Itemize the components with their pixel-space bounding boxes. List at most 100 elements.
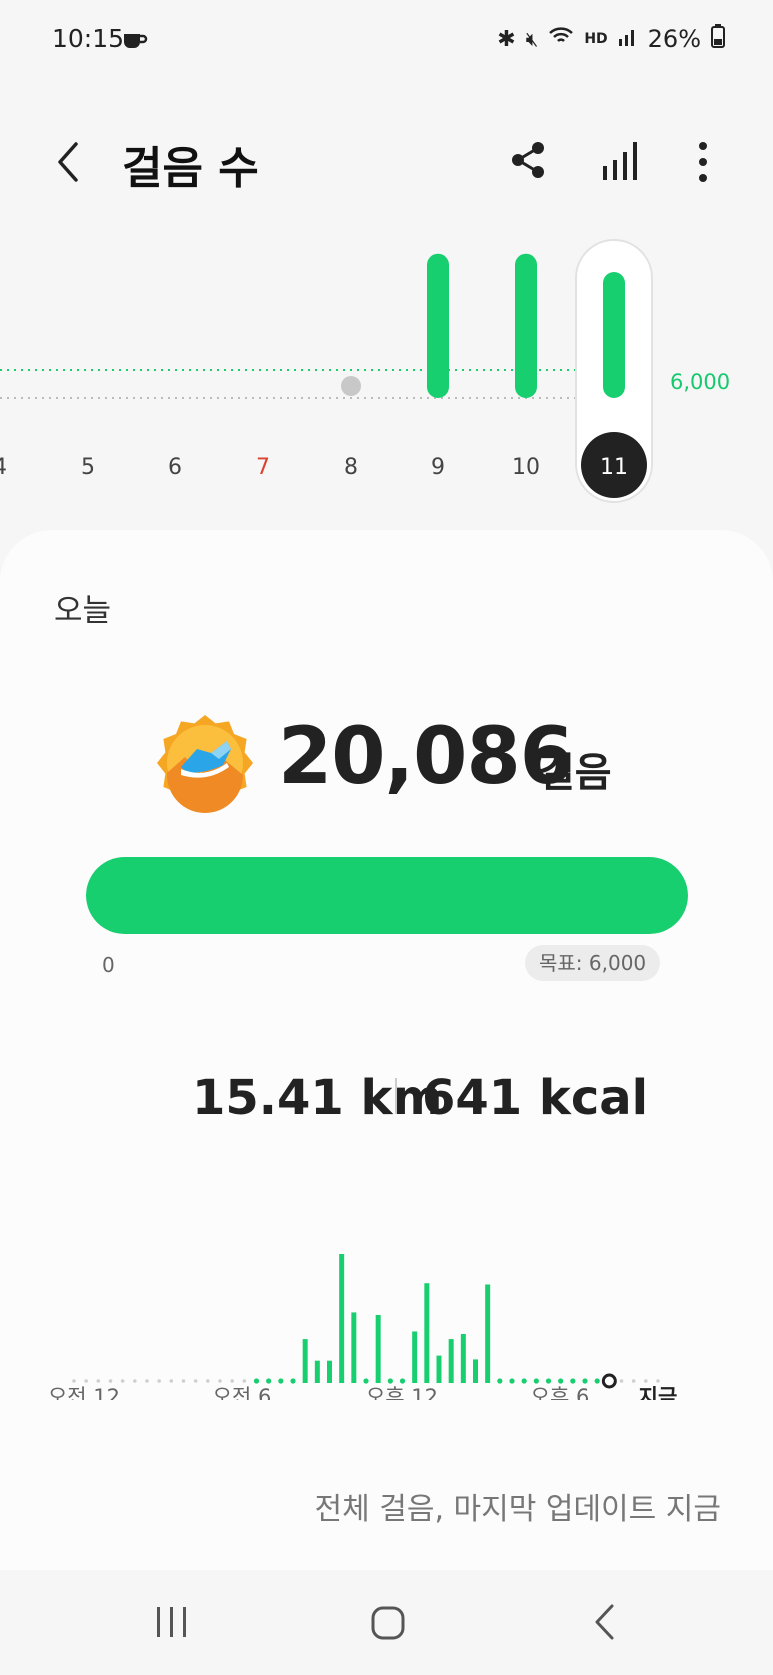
hourly-bar: [339, 1254, 345, 1383]
home-icon: [371, 1606, 405, 1640]
timeline-dot: [278, 1378, 284, 1384]
hourly-bar: [460, 1334, 466, 1383]
hourly-bar: [375, 1314, 381, 1383]
coffee-icon: [122, 28, 148, 50]
timeline-dot: [656, 1379, 660, 1383]
signal-icon: [618, 25, 638, 53]
hourly-bar: [424, 1283, 430, 1383]
timeline-dot: [631, 1379, 636, 1383]
today-label: 오늘: [54, 593, 112, 629]
week-day-label[interactable]: 4: [0, 455, 7, 480]
hourly-bar: [436, 1355, 442, 1383]
battery-icon: [711, 24, 725, 54]
last-update-text: 전체 걸음, 마지막 업데이트 지금: [314, 1492, 721, 1527]
week-bar-empty: [341, 376, 361, 396]
timeline-dot: [644, 1379, 648, 1383]
timeline-dot: [72, 1379, 76, 1383]
timeline-dot: [570, 1378, 576, 1384]
goal-progress-bar: [86, 857, 688, 934]
step-unit: 걸음: [538, 750, 612, 796]
hourly-bar: [314, 1360, 320, 1383]
week-bar[interactable]: [603, 272, 625, 398]
week-day-label[interactable]: 11: [600, 455, 628, 480]
hourly-axis-label: 오전 12: [48, 1385, 120, 1400]
share-icon: [512, 142, 544, 178]
metric-divider: [395, 1078, 397, 1114]
hourly-bar: [351, 1312, 357, 1383]
status-icons: ✱ 🔇︎ HD 26%: [497, 24, 725, 54]
week-bar[interactable]: [427, 253, 449, 398]
week-day-label[interactable]: 8: [344, 455, 358, 480]
hourly-axis-label: 오후 12: [366, 1385, 438, 1400]
timeline-dot: [594, 1378, 600, 1384]
week-day-label[interactable]: 6: [168, 455, 182, 480]
hourly-bar: [327, 1360, 332, 1383]
timeline-dot: [133, 1379, 137, 1383]
timeline-dot: [509, 1378, 515, 1384]
progress-start-label: 0: [102, 953, 115, 977]
timeline-dot: [145, 1379, 149, 1383]
chevron-left-icon: [595, 1604, 614, 1640]
recent-apps-icon: [157, 1607, 186, 1637]
timeline-dot: [157, 1379, 161, 1383]
battery-level: 26%: [647, 25, 701, 53]
hourly-axis-label: 지금: [639, 1385, 678, 1400]
timeline-dot: [558, 1378, 564, 1384]
timeline-dot: [290, 1378, 296, 1384]
status-bar: 10:15 ✱ 🔇︎ HD 26%: [0, 0, 773, 80]
today-step-count: 20,086: [278, 712, 574, 802]
hourly-bar: [448, 1339, 454, 1383]
hd-voice-icon: HD: [584, 31, 608, 47]
timeline-dot: [363, 1378, 369, 1384]
home-button[interactable]: [370, 1605, 406, 1641]
hourly-axis-label: 오전 6: [213, 1385, 272, 1400]
timeline-dot: [533, 1378, 539, 1384]
timeline-dot: [399, 1378, 406, 1384]
weekly-steps-chart[interactable]: 4 5 6 7 8 9 10 11: [0, 230, 773, 520]
back-button[interactable]: [50, 138, 90, 186]
week-day-label[interactable]: 7: [256, 455, 270, 480]
timeline-dot: [521, 1378, 527, 1384]
timeline-dot: [181, 1379, 186, 1383]
recent-apps-button[interactable]: [154, 1605, 190, 1639]
more-vertical-icon: [699, 142, 707, 182]
goal-achieved-badge-icon: [155, 713, 255, 813]
timeline-dot: [206, 1379, 210, 1383]
goal-chip[interactable]: 목표: 6,000: [525, 945, 661, 981]
stats-button[interactable]: [600, 140, 642, 182]
now-marker: [601, 1373, 617, 1389]
timeline-dot: [120, 1379, 125, 1383]
goal-line-label: 6,000: [670, 370, 731, 394]
hourly-bar: [485, 1284, 491, 1383]
goal-progress-fill: [86, 857, 688, 934]
timeline-dot: [619, 1379, 624, 1383]
hourly-steps-chart: 오전 12 오전 6 오후 12 오후 6 지금: [48, 1254, 678, 1400]
timeline-dot: [84, 1379, 88, 1383]
today-card: [0, 530, 773, 1570]
timeline-dot: [266, 1378, 272, 1384]
timeline-dot: [582, 1378, 588, 1384]
hourly-bar: [473, 1359, 478, 1383]
week-day-label[interactable]: 5: [81, 455, 95, 480]
timeline-dot: [253, 1378, 260, 1384]
bluetooth-icon: ✱: [497, 26, 516, 52]
timeline-dot: [242, 1379, 247, 1383]
timeline-dot: [193, 1379, 198, 1383]
system-back-button[interactable]: [592, 1603, 616, 1641]
week-day-label[interactable]: 10: [512, 455, 540, 480]
week-day-label[interactable]: 9: [431, 455, 445, 480]
mute-icon: 🔇︎: [525, 27, 539, 51]
status-time: 10:15: [52, 24, 125, 53]
timeline-dot: [230, 1379, 234, 1383]
more-options-button[interactable]: [690, 140, 716, 184]
week-bar[interactable]: [515, 253, 537, 398]
hourly-bar: [412, 1331, 418, 1383]
timeline-dot: [387, 1378, 393, 1384]
timeline-dot: [497, 1378, 503, 1384]
share-button[interactable]: [510, 140, 548, 180]
hourly-bar: [302, 1339, 308, 1383]
calories-value: 641 kcal: [422, 1070, 649, 1126]
chevron-left-icon: [58, 142, 78, 182]
timeline-dot: [545, 1378, 552, 1384]
timeline-dot: [218, 1379, 222, 1383]
